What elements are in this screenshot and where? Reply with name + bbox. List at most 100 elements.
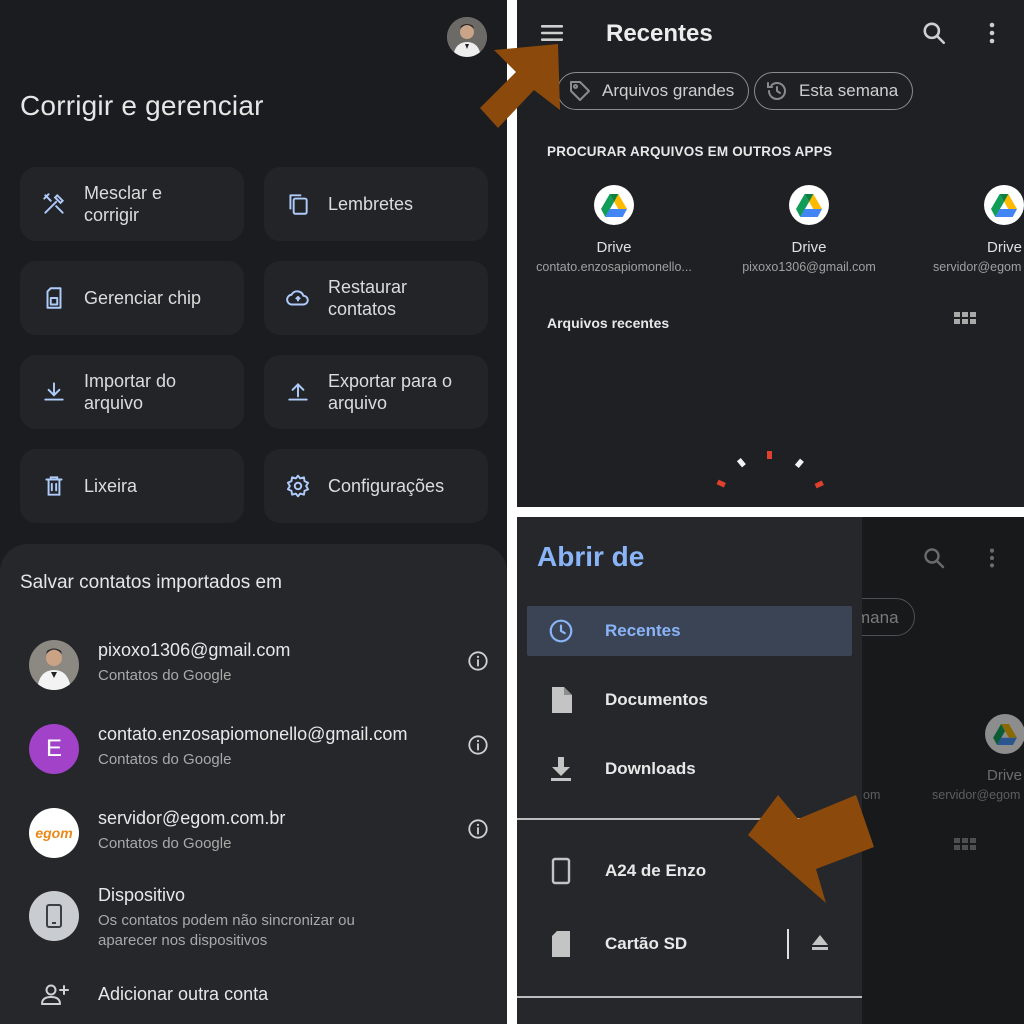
tile-label: Mesclar e corrigir [84,183,163,225]
download-icon [40,378,68,406]
tile-label: Gerenciar chip [84,288,202,308]
tools-icon [40,190,68,218]
profile-avatar[interactable] [447,17,487,57]
tile-label: Exportar para o arquivo [328,371,453,413]
drive-source-servidor[interactable]: Drive servidor@egom [914,185,1024,274]
eject-icon[interactable] [811,935,829,956]
more-options-icon-dimmed [981,546,1003,575]
add-another-account[interactable]: Adicionar outra conta [0,982,507,1012]
drive-name: Drive [791,239,827,256]
menu-icon[interactable] [539,22,565,49]
open-from-screen: mana Drive servidor@egom om Abrir de Rec… [517,517,1024,1024]
drawer-divider [517,818,862,820]
drawer-item-label: Cartão SD [605,934,688,953]
drawer-item-recentes[interactable]: Recentes [527,606,852,656]
logo-text: egom [35,825,73,841]
drive-name: Drive [987,239,1023,256]
add-account-label: Adicionar outra conta [98,984,269,1004]
account-email: contato.enzosapiomonello@gmail.com [98,724,408,744]
chip-label: Esta semana [799,81,899,100]
account-subtitle: Contatos do Google [98,835,232,852]
drive-icon [594,185,634,225]
avatar-initial: E [45,735,62,762]
drawer-item-label: Recentes [605,621,681,640]
drawer-item-documentos[interactable]: Documentos [527,675,852,725]
drive-name-dimmed: Drive [987,767,1023,784]
drawer-item-sd-card[interactable]: Cartão SD [527,919,852,969]
drawer-item-label: Downloads [605,759,696,778]
tag-icon [570,81,590,101]
item-separator [787,929,789,959]
chip-fragment: mana [856,608,899,627]
export-file-tile[interactable]: Exportar para o arquivo [264,355,488,429]
tile-label: Importar do arquivo [84,371,177,413]
drawer-divider-bottom [517,996,862,998]
info-icon[interactable] [467,818,489,840]
account-avatar [29,640,79,690]
page-title: Corrigir e gerenciar [20,90,264,121]
settings-tile[interactable]: Configurações [264,449,488,523]
device-label: Dispositivo [98,885,186,905]
info-icon[interactable] [467,734,489,756]
gear-icon [284,472,312,500]
fragment-dimmed: om [863,788,881,802]
account-row-contato[interactable]: E contato.enzosapiomonello@gmail.com Con… [0,724,507,794]
loading-spinner-icon [709,446,829,499]
recentes-screen: Recentes Arquivos grandes Esta semana PR… [517,0,1024,507]
more-options-icon[interactable] [980,20,1004,51]
drive-account-dimmed: servidor@egom [932,788,1021,802]
account-avatar: E [29,724,79,774]
trash-icon [40,472,68,500]
chip-large-files[interactable]: Arquivos grandes [557,72,750,110]
device-subtitle: Os contatos podem não sincronizar ou apa… [98,912,355,949]
drive-icon-dimmed [985,714,1024,754]
add-person-icon [40,982,70,1013]
phone-icon [547,857,575,885]
manage-sim-tile[interactable]: Gerenciar chip [20,261,244,335]
chip-this-week[interactable]: Esta semana [754,72,914,110]
drive-icon [984,185,1024,225]
screen-title: Recentes [606,20,713,47]
restore-contacts-tile[interactable]: Restaurar contatos [264,261,488,335]
drive-account: servidor@egom [933,260,1022,274]
account-row-servidor[interactable]: egom servidor@egom.com.br Contatos do Go… [0,808,507,878]
navigation-drawer: Abrir de Recentes Documentos Downloads A… [517,517,862,1024]
reminders-tile[interactable]: Lembretes [264,167,488,241]
upload-icon [284,378,312,406]
drawer-item-device[interactable]: A24 de Enzo [527,846,852,896]
drawer-item-downloads[interactable]: Downloads [527,744,852,794]
section-other-apps: PROCURAR ARQUIVOS EM OUTROS APPS [547,144,833,159]
drawer-item-label: Documentos [605,690,708,709]
sd-card-icon [547,930,575,958]
tile-label: Restaurar contatos [328,277,408,319]
account-row-pixoxo[interactable]: pixoxo1306@gmail.com Contatos do Google [0,640,507,710]
search-icon-dimmed [922,546,946,575]
cloud-upload-icon [284,284,312,312]
grid-view-icon[interactable] [954,312,976,335]
grid-view-icon-dimmed [954,838,976,861]
drive-source-pixoxo[interactable]: Drive pixoxo1306@gmail.com [719,185,899,274]
tile-label: Lembretes [328,194,414,214]
clock-icon [547,617,575,645]
search-icon[interactable] [921,20,947,51]
import-file-tile[interactable]: Importar do arquivo [20,355,244,429]
account-row-device[interactable]: Dispositivo Os contatos podem não sincro… [0,885,507,955]
account-subtitle: Contatos do Google [98,751,232,768]
history-icon [767,82,786,100]
egom-logo: egom [29,808,79,858]
account-subtitle: Contatos do Google [98,667,232,684]
merge-fix-tile[interactable]: Mesclar e corrigir [20,167,244,241]
drawer-title: Abrir de [537,541,645,572]
sim-card-icon [40,284,68,312]
chip-label: Arquivos grandes [602,81,735,100]
tile-label: Lixeira [84,476,138,496]
drive-source-contato[interactable]: Drive contato.enzosapiomonello... [524,185,704,274]
document-icon [547,686,575,714]
account-email: pixoxo1306@gmail.com [98,640,291,660]
device-avatar [29,891,79,941]
trash-tile[interactable]: Lixeira [20,449,244,523]
drawer-item-label: A24 de Enzo [605,861,707,880]
info-icon[interactable] [467,650,489,672]
sheet-title: Salvar contatos importados em [20,572,282,593]
tile-label: Configurações [328,476,445,496]
